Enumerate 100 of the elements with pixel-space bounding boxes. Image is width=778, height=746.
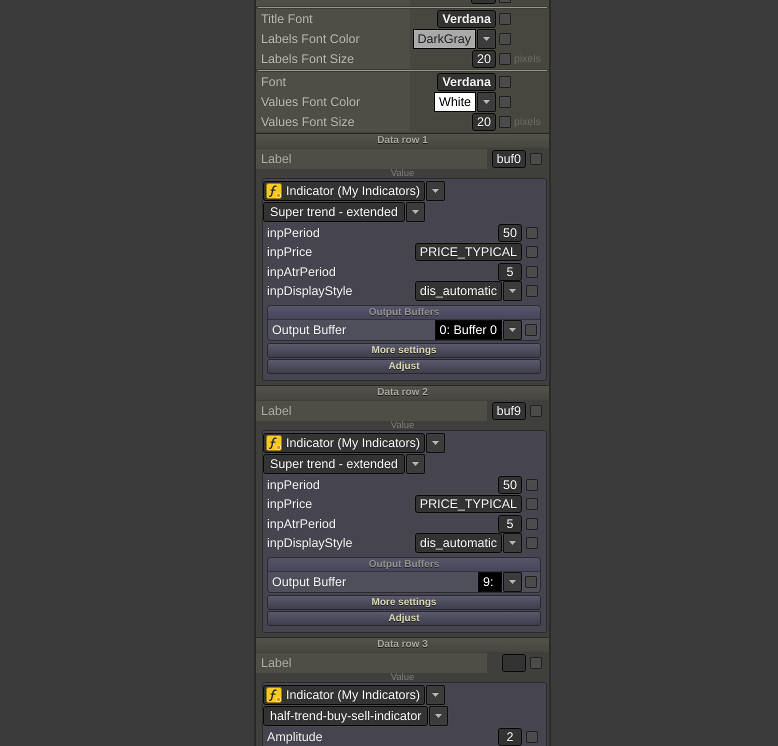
function-icon [266,687,282,703]
value-caption: Value [390,420,414,431]
dropdown-field[interactable]: dis_automatic [414,281,502,302]
panel-header: Output Buffers [268,306,540,320]
dropdown-button[interactable] [503,320,522,340]
dropdown-button[interactable] [503,572,522,592]
checkbox[interactable] [530,153,542,165]
dropdown-button[interactable] [503,533,522,554]
caret-down-icon [412,210,419,214]
caret-down-icon [509,541,516,546]
caret-down-icon [412,462,419,466]
checkbox[interactable] [525,324,537,336]
buffer-dropdown[interactable]: 0: Buffer 0 [434,320,502,340]
dropdown-button[interactable] [426,181,446,201]
value-caption: Value [390,672,414,683]
section-button[interactable]: More settings [267,595,541,610]
checkbox[interactable] [499,13,511,25]
source-dropdown[interactable]: Indicator (My Indicators) [263,685,426,705]
input-field[interactable]: 5 [498,262,522,281]
color-dropdown[interactable]: White [434,92,476,112]
input-field[interactable]: buf0 [492,150,526,168]
source-dropdown[interactable]: Indicator (My Indicators) [263,181,426,201]
checkbox[interactable] [530,657,542,669]
checkbox[interactable] [526,226,538,239]
caret-down-icon [509,328,516,332]
font-field[interactable]: Verdana [437,10,496,28]
caret-down-icon [509,580,516,584]
input-field[interactable]: 20 [472,50,496,68]
section-button[interactable]: Adjust [267,611,541,626]
dropdown-button[interactable] [406,454,425,474]
dropdown-button[interactable] [477,92,496,112]
checkbox[interactable] [526,537,538,550]
indicator-dropdown[interactable]: Super trend - extended [263,202,405,222]
checkbox[interactable] [499,96,511,108]
checkbox[interactable] [499,33,511,45]
param-label: inpDisplayStyle [267,536,352,550]
param-label: inpPeriod [267,226,320,240]
value-caption: Value [390,168,414,179]
setting-label: Labels Font Size [260,52,354,66]
setting-label: Values Font Color [260,95,360,109]
input-field[interactable]: 5 [498,514,522,533]
input-field[interactable]: 20 [472,113,496,131]
source-dropdown[interactable]: Indicator (My Indicators) [263,433,426,453]
checkbox[interactable] [499,76,511,88]
section-button[interactable]: More settings [267,343,541,358]
buffer-dropdown[interactable]: 9: [478,572,502,592]
input-field[interactable]: 50 [498,224,522,242]
color-dropdown[interactable]: DarkGray [412,29,476,49]
param-label: inpAtrPeriod [267,516,336,531]
dropdown-button[interactable] [429,706,448,726]
checkbox[interactable] [499,0,511,3]
checkbox[interactable] [526,478,538,491]
panel-header: Output Buffers [268,558,540,572]
checkbox[interactable] [526,266,538,278]
section-button[interactable]: Adjust [267,359,541,374]
caret-down-icon [432,693,440,697]
section-header: Data row 3 [256,637,549,652]
field-label: Label [261,656,292,670]
checkbox[interactable] [526,518,538,530]
checkbox[interactable] [526,246,538,258]
dropdown-button[interactable] [426,685,446,705]
caret-down-icon [432,189,440,193]
input-field[interactable]: PRICE_TYPICAL [414,495,522,514]
input-field[interactable]: 2 [498,728,522,746]
caret-down-icon [509,289,516,294]
buffer-label: Output Buffer [272,575,346,589]
input-field[interactable] [502,654,526,672]
function-icon [266,435,282,451]
setting-label: Values Font Size [260,115,355,129]
checkbox[interactable] [530,405,542,417]
input-field[interactable] [471,0,496,4]
dropdown-button[interactable] [406,202,425,222]
checkbox[interactable] [499,116,511,128]
checkbox[interactable] [499,53,511,65]
dropdown-button[interactable] [503,281,522,302]
caret-down-icon [432,441,440,445]
field-label: Label [261,404,292,418]
param-label: inpPrice [267,497,312,512]
checkbox[interactable] [526,730,538,743]
input-field[interactable]: 50 [498,476,522,494]
caret-down-icon [483,100,490,104]
checkbox[interactable] [525,576,537,588]
buffer-label: Output Buffer [272,323,346,337]
param-label: Amplitude [267,730,323,744]
setting-label: Labels Font Color [260,32,360,46]
caret-down-icon [435,714,442,718]
checkbox[interactable] [526,498,538,510]
dropdown-button[interactable] [477,29,496,49]
dropdown-button[interactable] [426,433,446,453]
setting-label: Font [260,75,286,89]
input-field[interactable]: buf9 [492,402,526,420]
checkbox[interactable] [526,285,538,298]
dropdown-field[interactable]: dis_automatic [414,533,502,554]
indicator-dropdown[interactable]: Super trend - extended [263,454,405,474]
indicator-dropdown[interactable]: half-trend-buy-sell-indicator [263,706,428,726]
function-icon [266,183,282,199]
font-field[interactable]: Verdana [437,73,496,91]
input-field[interactable]: PRICE_TYPICAL [414,243,522,262]
param-label: inpPrice [267,245,312,260]
field-label: Label [261,152,292,166]
